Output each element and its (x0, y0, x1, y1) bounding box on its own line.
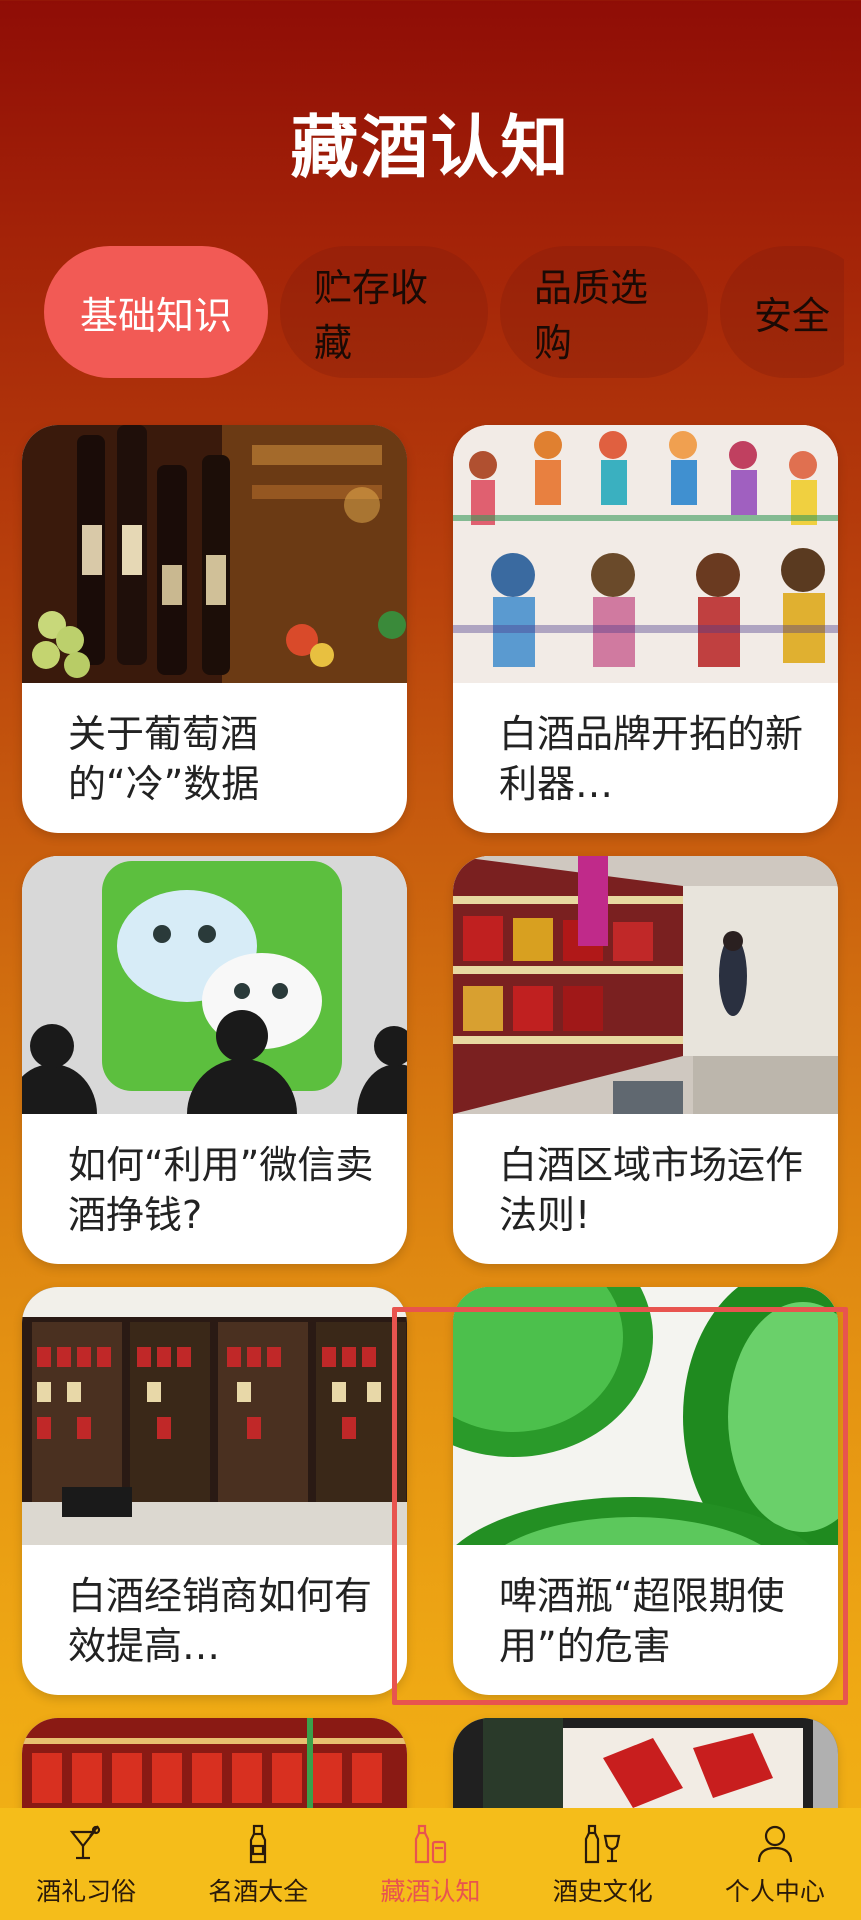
tab-safety[interactable]: 安全 (720, 246, 844, 378)
tab-basic-knowledge[interactable]: 基础知识 (44, 246, 268, 378)
article-card[interactable]: 如何“利用”微信卖酒挣钱? (22, 856, 407, 1264)
card-title: 啤酒瓶“超限期使用”的危害 (499, 1574, 785, 1668)
article-card[interactable]: 白酒品牌开拓的新利器… (453, 425, 838, 833)
tabbar-item-famous-liquor[interactable]: 名酒大全 (172, 1808, 344, 1920)
page-title: 藏酒认知 (290, 109, 571, 188)
card-title: 白酒经销商如何有效提高… (68, 1574, 373, 1668)
tab-storage-collection[interactable]: 贮存收藏 (280, 246, 488, 378)
wechat-logo-image (22, 856, 407, 1114)
card-title: 关于葡萄酒的“冷”数据 (68, 712, 260, 806)
tabbar-label: 名酒大全 (208, 1877, 309, 1906)
tabbar-label: 酒礼习俗 (36, 1877, 137, 1906)
article-card[interactable]: 白酒区域市场运作法则! (453, 856, 838, 1264)
tabbar-item-history-culture[interactable]: 酒史文化 (517, 1808, 689, 1920)
green-bottles-image (453, 1287, 838, 1545)
supermarket-shelves-image (453, 856, 838, 1114)
card-title: 如何“利用”微信卖酒挣钱? (68, 1143, 374, 1237)
tabbar-label: 藏酒认知 (380, 1877, 481, 1906)
tabbar-item-etiquette[interactable]: 酒礼习俗 (0, 1808, 172, 1920)
wine-bottles-image (22, 425, 407, 683)
liquor-store-image (22, 1287, 407, 1545)
cocktail-icon (69, 1825, 101, 1860)
tabbar-label: 个人中心 (724, 1877, 825, 1906)
category-tabs: 基础知识 贮存收藏 品质选购 安全 (44, 246, 844, 378)
tabbar-item-collection-knowledge[interactable]: 藏酒认知 (344, 1808, 516, 1920)
tabbar-item-profile[interactable]: 个人中心 (689, 1808, 861, 1920)
wine-glass-icon (584, 1824, 621, 1864)
bottle-icon (250, 1824, 267, 1864)
card-title: 白酒区域市场运作法则! (499, 1143, 804, 1237)
tab-quality-purchase[interactable]: 品质选购 (500, 246, 708, 378)
article-card[interactable]: 关于葡萄酒的“冷”数据 (22, 425, 407, 833)
article-card[interactable]: 啤酒瓶“超限期使用”的危害 (453, 1287, 838, 1695)
article-card[interactable]: 白酒经销商如何有效提高… (22, 1287, 407, 1695)
bottles-icon (414, 1824, 446, 1864)
card-title: 白酒品牌开拓的新利器… (499, 712, 804, 806)
person-icon (757, 1825, 793, 1863)
paper-people-image (453, 425, 838, 683)
tabbar-label: 酒史文化 (552, 1877, 653, 1906)
bottom-tab-bar: 酒礼习俗 名酒大全 藏酒认知 酒史文化 个人中心 (0, 1808, 861, 1920)
